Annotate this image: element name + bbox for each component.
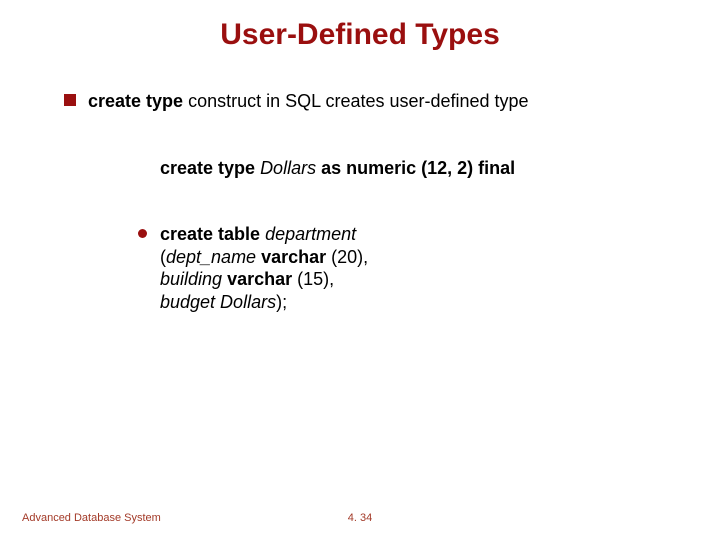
content-area: create type construct in SQL creates use… [64, 90, 664, 313]
text: create table [160, 224, 265, 244]
text: (20), [331, 247, 368, 267]
text: Dollars [260, 158, 321, 178]
footer-page-number: 4. 34 [0, 512, 720, 524]
square-bullet-icon [64, 94, 76, 106]
code-line: create type Dollars as numeric (12, 2) f… [160, 157, 664, 180]
code-block: create table department (dept_name varch… [160, 223, 664, 313]
text: budget Dollars [160, 292, 276, 312]
text: varchar [227, 269, 297, 289]
text: (15), [297, 269, 334, 289]
text: varchar [261, 247, 331, 267]
page-title: User-Defined Types [0, 18, 720, 52]
bullet-item-1: create type construct in SQL creates use… [64, 90, 664, 113]
slide: User-Defined Types create type construct… [0, 0, 720, 540]
text: as numeric (12, 2) final [321, 158, 515, 178]
text: dept_name [166, 247, 261, 267]
text: construct in SQL creates user-defined ty… [183, 91, 529, 111]
text: create type [88, 91, 183, 111]
circle-bullet-icon [138, 229, 147, 238]
bullet-item-2: create table department (dept_name varch… [138, 223, 664, 313]
text: department [265, 224, 356, 244]
text: building [160, 269, 227, 289]
text: ); [276, 292, 287, 312]
text: create type [160, 158, 260, 178]
